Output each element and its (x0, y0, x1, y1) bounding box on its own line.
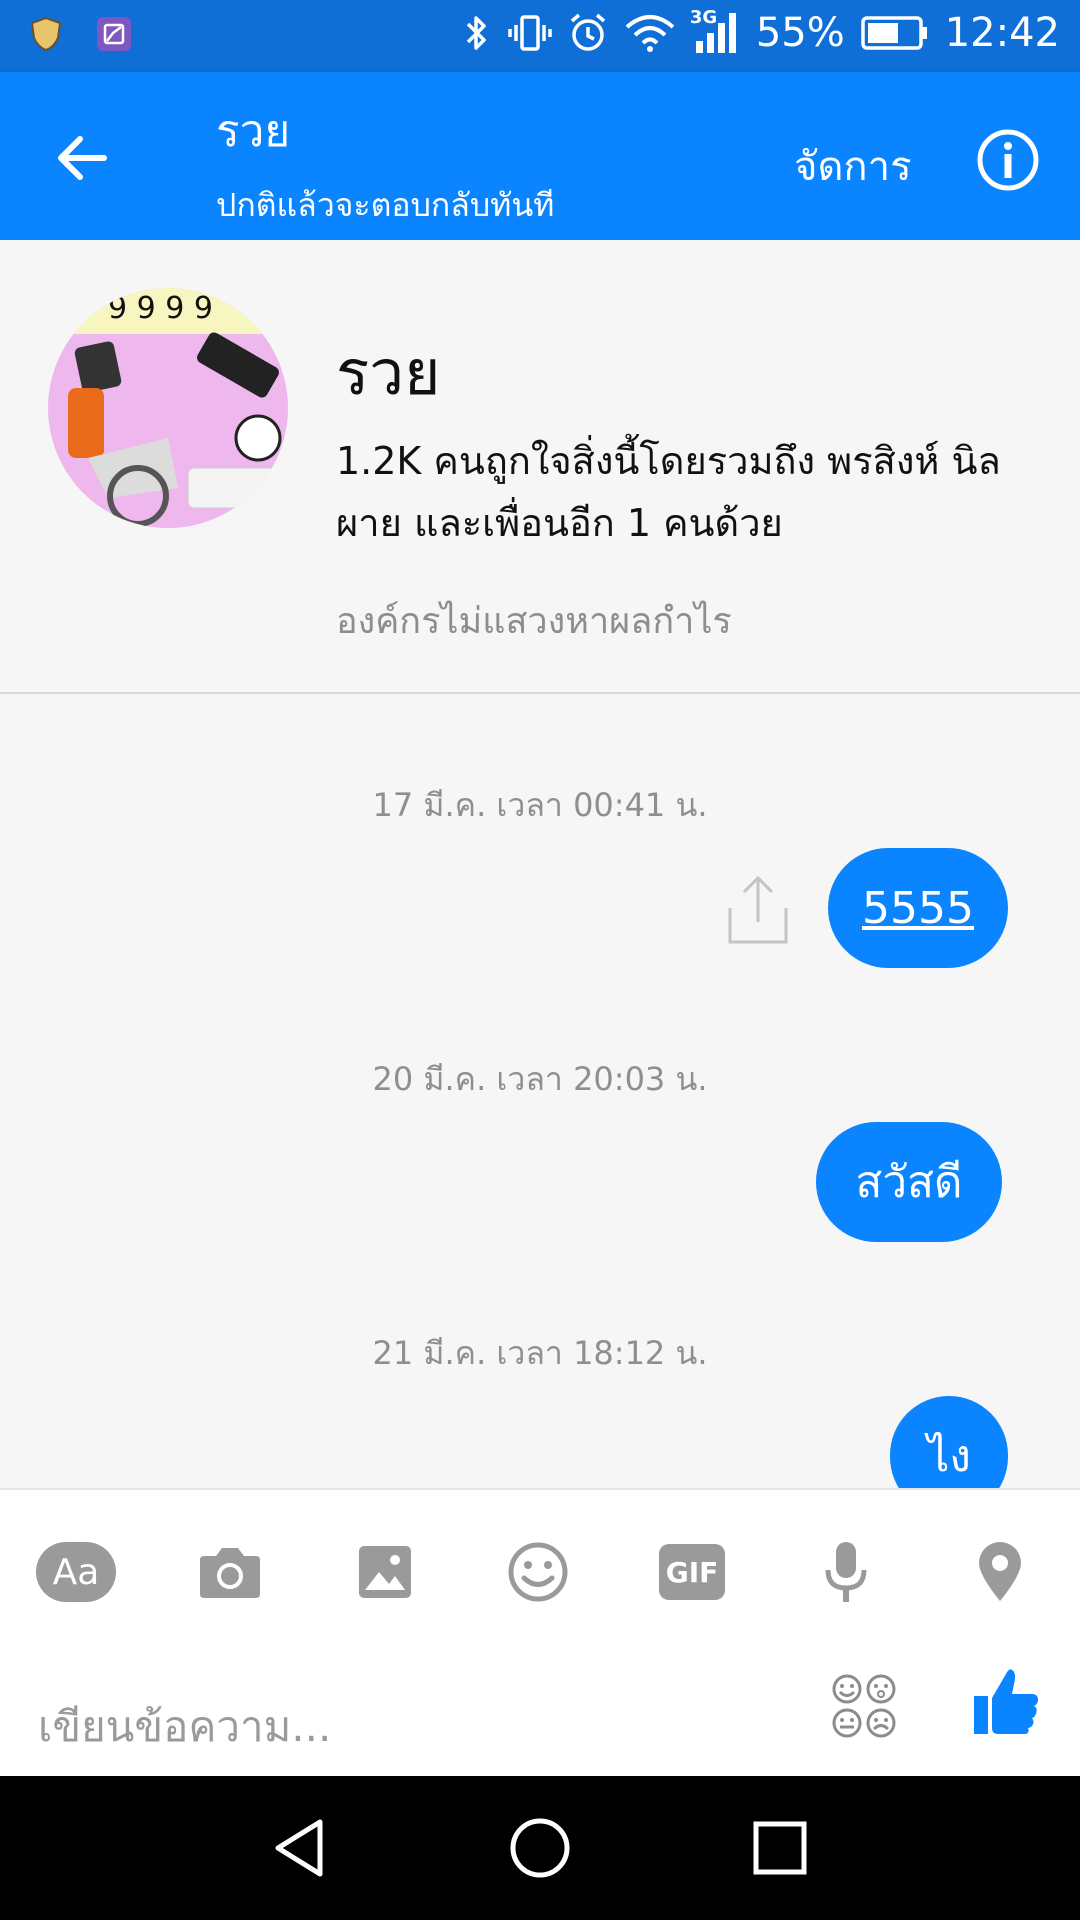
page-category: องค์กรไม่แสวงหาผลกำไร (336, 601, 732, 642)
circle-home-icon (510, 1818, 570, 1878)
text-style-button[interactable]: Aa (36, 1532, 116, 1612)
message-timestamp: 21 มี.ค. เวลา 18:12 น. (372, 1334, 708, 1372)
message-timestamp: 20 มี.ค. เวลา 20:03 น. (372, 1060, 708, 1098)
gallery-icon (96, 16, 132, 52)
network-type: 3G (689, 7, 718, 28)
avatar[interactable]: 9 9 9 9 (48, 288, 288, 528)
nav-back-button[interactable] (268, 1816, 332, 1880)
shield-icon (30, 16, 62, 52)
navigation-bar (0, 1776, 1080, 1920)
gif-icon: GIF (659, 1544, 725, 1600)
emoji-faces-icon (832, 1674, 896, 1738)
gif-button[interactable]: GIF (652, 1532, 732, 1612)
camera-button[interactable] (190, 1532, 270, 1612)
message-bubble[interactable]: สวัสดี (816, 1122, 1002, 1242)
info-button[interactable] (976, 128, 1040, 192)
aa-icon: Aa (36, 1542, 116, 1602)
location-pin-icon (979, 1542, 1021, 1601)
conversation-header: รวย ปกติแล้วจะตอบกลับทันที จัดการ (0, 72, 1080, 240)
emoji-picker-button[interactable] (498, 1532, 578, 1612)
composer: Aa GIF (0, 1488, 1080, 1778)
triangle-back-icon (275, 1819, 323, 1877)
location-button[interactable] (960, 1532, 1040, 1612)
likes-summary: 1.2K คนถูกใจสิ่งนี้โดยรวมถึง พรสิงห์ นิล… (336, 439, 1001, 545)
bluetooth-icon (462, 13, 492, 53)
conversation-title[interactable]: รวย (216, 96, 290, 166)
wifi-icon (624, 13, 676, 53)
gallery-button[interactable] (345, 1532, 425, 1612)
image-icon (359, 1546, 411, 1598)
signal-icon: 3G (690, 7, 740, 55)
response-status: ปกติแล้วจะตอบกลับทันที (216, 186, 555, 224)
alarm-icon (568, 13, 608, 53)
square-recents-icon (753, 1821, 807, 1875)
clock: 12:42 (944, 10, 1060, 56)
thumbs-up-icon (974, 1669, 1038, 1734)
camera-icon (200, 1548, 260, 1598)
vibrate-icon (508, 13, 552, 53)
share-icon (728, 875, 788, 944)
page-name: รวย (336, 336, 441, 409)
status-bar: 3G 55% 12:42 (0, 0, 1080, 72)
avatar-image: 9 9 9 9 (48, 288, 288, 528)
battery-percent: 55% (755, 10, 845, 56)
nav-home-button[interactable] (508, 1816, 572, 1880)
message-timestamp: 17 มี.ค. เวลา 00:41 น. (372, 786, 708, 824)
smiley-icon (508, 1542, 568, 1602)
share-button[interactable] (726, 874, 790, 946)
back-arrow-icon (58, 136, 107, 180)
like-button[interactable] (972, 1666, 1040, 1738)
svg-text:9 9 9 9: 9 9 9 9 (108, 291, 213, 326)
voice-button[interactable] (806, 1532, 886, 1612)
microphone-icon (825, 1542, 867, 1602)
page-profile-card: 9 9 9 9 รวย 1.2K คนถูกใจสิ่งนี้โดยรวมถึง… (0, 240, 1080, 694)
info-icon (977, 129, 1039, 191)
reactions-button[interactable] (830, 1672, 898, 1740)
battery-icon (860, 15, 929, 51)
nav-recents-button[interactable] (748, 1816, 812, 1880)
message-bubble[interactable]: 5555 (828, 848, 1008, 968)
manage-button[interactable]: จัดการ (794, 134, 912, 198)
back-button[interactable] (48, 122, 120, 194)
message-input[interactable] (36, 1690, 800, 1762)
